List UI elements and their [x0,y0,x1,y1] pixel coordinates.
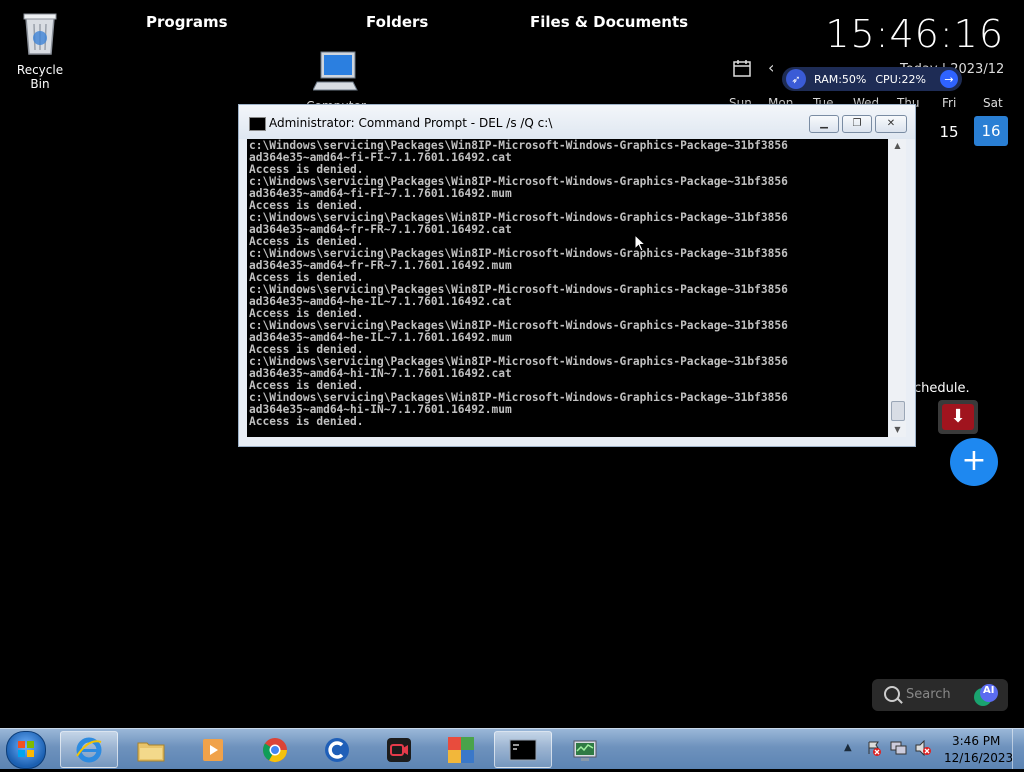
scroll-down-icon[interactable]: ▼ [889,423,906,437]
start-button[interactable] [6,731,46,769]
taskbar-internet-explorer[interactable] [60,731,118,768]
action-center-icon[interactable] [866,740,882,760]
calendar-icon[interactable] [733,59,751,81]
clock-time: 15:46:16 [825,12,1004,56]
calendar-day[interactable]: 15 [932,118,966,146]
cpu-usage: CPU:22% [875,72,926,86]
volume-muted-icon[interactable] [914,739,932,760]
search-icon [884,686,900,702]
screen-recorder-icon [387,738,411,762]
console-text: c:\Windows\servicing\Packages\Win8IP-Mic… [249,139,788,428]
mouse-cursor-icon [634,234,646,252]
taskbar-clock-date[interactable]: 12/16/2023 [944,751,1013,765]
console-icon [249,117,266,131]
close-button[interactable]: ✕ [875,115,907,133]
prev-month-icon[interactable]: ‹ [768,58,774,77]
taskbar-chrome[interactable] [246,731,304,768]
download-widget[interactable]: ⬇ [938,400,978,434]
minimize-button[interactable]: ▁ [809,115,839,133]
scroll-up-icon[interactable]: ▲ [889,139,906,153]
internet-explorer-icon [76,737,102,763]
folder-icon [137,742,165,762]
taskbar-clock-time[interactable]: 3:46 PM [952,734,1000,748]
weekday-fri: Fri [942,96,957,110]
trash-icon [23,13,57,55]
restore-button[interactable]: ❐ [842,115,872,133]
taskbar-avg-antivirus[interactable] [432,731,490,768]
menu-files-documents[interactable]: Files & Documents [530,13,688,31]
schedule-text: chedule. [914,381,970,396]
computer-icon [312,51,358,91]
computer-desktop-icon[interactable]: Computer [306,48,366,109]
ai-assistant-button[interactable]: AI [972,682,1002,708]
network-icon[interactable] [890,740,908,760]
system-monitor-icon [573,740,597,761]
avg-icon [448,737,474,763]
recycle-bin-label: Recycle Bin [16,63,64,91]
ai-label: AI [983,685,995,696]
console-output[interactable]: c:\Windows\servicing\Packages\Win8IP-Mic… [247,139,888,437]
vertical-scrollbar[interactable]: ▲ ▼ [889,139,906,437]
media-player-icon [203,739,223,761]
recycle-bin-icon[interactable]: Recycle Bin [8,8,72,91]
menu-folders[interactable]: Folders [366,13,428,31]
taskbar-system-monitor[interactable] [556,731,614,768]
window-title: Administrator: Command Prompt - DEL /s /… [269,116,553,130]
window-titlebar[interactable]: Administrator: Command Prompt - DEL /s /… [239,105,915,139]
taskbar-ccleaner[interactable] [308,731,366,768]
command-prompt-window[interactable]: Administrator: Command Prompt - DEL /s /… [238,104,916,447]
resource-monitor[interactable]: ➶ RAM:50% CPU:22% → [782,67,962,91]
taskbar-command-prompt[interactable] [494,731,552,768]
ccleaner-icon [325,738,349,762]
taskbar-media-player[interactable] [184,731,242,768]
calendar-day-selected[interactable]: 16 [974,116,1008,146]
menu-programs[interactable]: Programs [146,13,228,31]
taskbar-screen-recorder[interactable] [370,731,428,768]
scroll-thumb[interactable] [891,401,905,421]
windows-logo-icon [18,741,34,757]
show-hidden-icons[interactable]: ▲ [844,742,852,753]
search-placeholder: Search [906,687,951,702]
show-desktop-button[interactable] [1012,729,1024,769]
add-button[interactable]: + [950,438,998,486]
weekday-sat: Sat [983,96,1003,110]
arrow-right-icon[interactable]: → [940,70,958,88]
taskbar-file-explorer[interactable] [122,731,180,768]
chrome-icon [263,738,287,763]
command-prompt-icon [509,739,537,761]
taskbar: ▲ 3:46 PM 12/16/2023 [0,728,1024,769]
ram-usage: RAM:50% [814,72,867,86]
download-icon: ⬇ [942,404,974,430]
rocket-icon: ➶ [786,69,806,89]
